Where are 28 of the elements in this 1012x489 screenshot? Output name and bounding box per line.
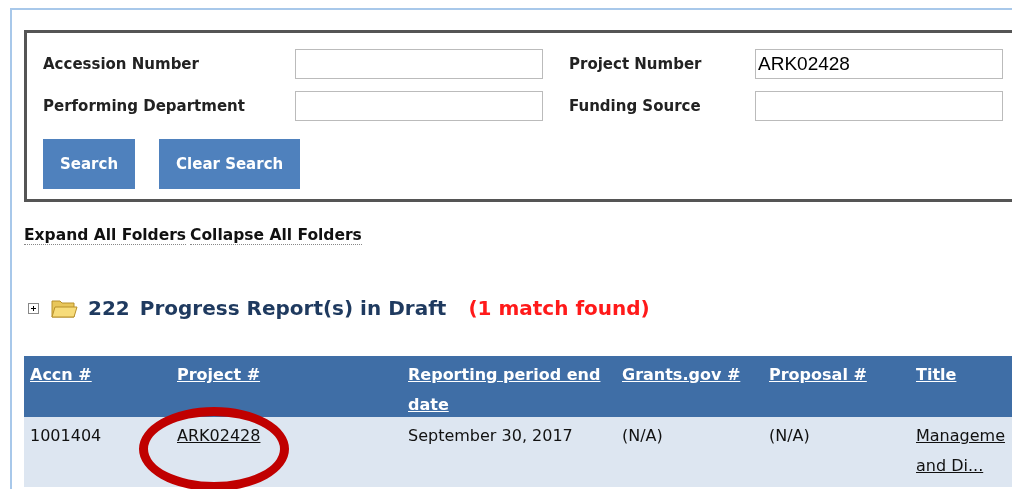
collapse-all-link[interactable]: Collapse All Folders	[190, 226, 362, 245]
field-label: Project Number	[569, 55, 703, 73]
folder-count: 222	[88, 296, 130, 320]
table-link[interactable]: ARK02428	[177, 421, 261, 451]
table-cell: 1001404	[30, 426, 102, 445]
table-cell: (N/A)	[769, 426, 810, 445]
column-header[interactable]: Proposal #	[763, 356, 910, 417]
match-count: (1 match found)	[468, 296, 650, 320]
column-header[interactable]: Accn #	[24, 356, 171, 417]
expand-icon[interactable]	[28, 302, 39, 314]
column-header[interactable]: Reporting period end date	[402, 356, 616, 417]
table-cell: (N/A)	[622, 426, 663, 445]
field-label: Performing Department	[43, 97, 246, 115]
field-label: Funding Source	[569, 97, 702, 115]
search-button[interactable]: Search	[43, 139, 136, 189]
input-field[interactable]	[295, 91, 543, 121]
column-header[interactable]: Project #	[171, 356, 402, 417]
folder-title: Progress Report(s) in Draft	[139, 296, 447, 320]
input-field[interactable]	[295, 49, 543, 79]
input-field[interactable]	[755, 91, 1003, 121]
field-label: Accession Number	[43, 55, 200, 73]
input-field[interactable]: ARK02428	[755, 49, 1003, 79]
expand-all-link[interactable]: Expand All Folders	[24, 226, 187, 245]
column-header[interactable]: Title	[910, 356, 1012, 417]
table-cell: September 30, 2017	[408, 426, 573, 445]
folder-icon	[51, 298, 78, 318]
column-header[interactable]: Grants.gov #	[616, 356, 763, 417]
clear-search-button[interactable]: Clear Search	[159, 139, 301, 189]
